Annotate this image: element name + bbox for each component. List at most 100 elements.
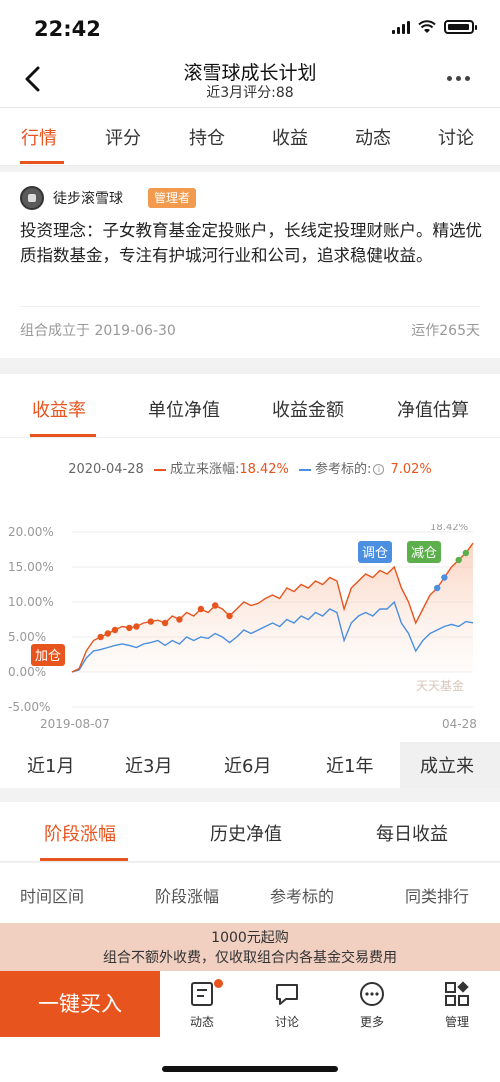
investment-philosophy: 投资理念：子女教育基金定投账户，长线定投理财账户。精选优质指数基金，专注有护城河… xyxy=(20,221,482,265)
x-end-label: 04-28 xyxy=(442,717,477,731)
bottom-action-bar: 一键买入 动态 讨论 更多 管理 xyxy=(0,971,500,1037)
updates-label: 动态 xyxy=(189,1015,214,1029)
tab-market[interactable]: 行情 xyxy=(21,124,57,150)
buy-marker xyxy=(212,602,219,609)
status-bar: 22:42 xyxy=(0,0,500,54)
period-1m[interactable]: 近1月 xyxy=(27,752,74,778)
tab-daily-returns[interactable]: 每日收益 xyxy=(376,820,448,846)
buy-marker xyxy=(161,619,169,627)
period-since-inception[interactable]: 成立来 xyxy=(420,752,474,778)
header-benchmark: 参考标的 xyxy=(270,887,335,906)
tab-holdings[interactable]: 持仓 xyxy=(189,124,225,150)
table-header: 时间区间 阶段涨幅 参考标的 同类排行 xyxy=(0,863,500,923)
adjust-position-tag: 调仓 xyxy=(362,546,388,561)
period-6m[interactable]: 近6月 xyxy=(224,752,271,778)
buy-marker xyxy=(133,623,140,630)
y-tick-label: 15.00% xyxy=(8,560,54,574)
promo-banner: 1000元起购 组合不额外收费，仅收取组合内各基金交易费用 xyxy=(0,923,500,971)
watermark: 天天基金 xyxy=(416,678,464,693)
section-tab-bar: 阶段涨幅 历史净值 每日收益 xyxy=(0,802,500,862)
header-stage-growth: 阶段涨幅 xyxy=(155,887,220,906)
status-time: 22:42 xyxy=(34,17,101,41)
manage-button[interactable]: 管理 xyxy=(427,979,487,1033)
promo-min-purchase: 1000元起购 xyxy=(211,930,289,946)
nav-header: 滚雪球成长计划 近3月评分:88 xyxy=(0,54,500,108)
buy-marker xyxy=(97,633,104,641)
notification-dot xyxy=(214,979,223,988)
manage-grid-icon xyxy=(445,981,469,1006)
y-tick-label: -5.00% xyxy=(8,700,50,714)
chart-tab-unit-nav[interactable]: 单位净值 xyxy=(148,396,220,422)
founded-date: 组合成立于 2019-06-30 xyxy=(20,323,176,339)
buy-marker xyxy=(111,626,119,634)
chart-tab-return-rate[interactable]: 收益率 xyxy=(32,396,86,422)
chart-tab-return-amount[interactable]: 收益金额 xyxy=(272,396,344,422)
updates-icon xyxy=(191,982,213,1006)
add-position-tag: 加仓 xyxy=(35,649,61,664)
more-label: 更多 xyxy=(359,1015,384,1029)
more-icon[interactable] xyxy=(447,76,470,81)
header-period: 时间区间 xyxy=(20,887,85,906)
reduce-marker xyxy=(462,549,470,557)
one-click-buy-button[interactable]: 一键买入 xyxy=(0,971,160,1037)
chart-legend: 2020-04-28 成立来涨幅:18.42% 参考标的: i 7.02% xyxy=(0,458,500,477)
return-chart[interactable]: 20.00% 15.00% 10.00% 5.00% 0.00% -5.00% 加仓 调仓 减仓… xyxy=(0,524,500,744)
battery-icon xyxy=(444,20,477,34)
buy-marker xyxy=(197,605,205,613)
chart-card: 收益率 单位净值 收益金额 净值估算 2020-04-28 成立来涨幅:18.4… xyxy=(0,374,500,742)
active-tab-indicator xyxy=(20,161,64,164)
legend-date: 2020-04-28 xyxy=(68,462,144,477)
more-button[interactable]: 更多 xyxy=(342,979,402,1033)
avatar[interactable] xyxy=(20,186,44,210)
top-tab-bar: 行情 评分 持仓 收益 动态 讨论 xyxy=(0,108,500,166)
period-selector: 近1月 近3月 近6月 近1年 成立来 xyxy=(0,742,500,788)
y-tick-label: 20.00% xyxy=(8,525,54,539)
manage-label: 管理 xyxy=(444,1015,469,1029)
discuss-button[interactable]: 讨论 xyxy=(257,979,317,1033)
tab-stage-growth[interactable]: 阶段涨幅 xyxy=(44,820,116,846)
section-tab-indicator xyxy=(40,858,128,861)
x-start-label: 2019-08-07 xyxy=(40,717,110,731)
discuss-label: 讨论 xyxy=(274,1015,299,1029)
page-title: 滚雪球成长计划 xyxy=(183,62,317,84)
page-subtitle: 近3月评分:88 xyxy=(206,85,294,101)
tab-returns[interactable]: 收益 xyxy=(272,124,308,150)
wifi-icon xyxy=(418,20,436,33)
author-name[interactable]: 徒步滚雪球 xyxy=(53,188,123,208)
tab-history-nav[interactable]: 历史净值 xyxy=(210,820,282,846)
status-icons xyxy=(392,20,477,34)
legend-portfolio-value: 18.42% xyxy=(239,462,289,477)
more-circle-icon xyxy=(360,982,384,1006)
tab-rating[interactable]: 评分 xyxy=(105,124,141,150)
buy-marker xyxy=(126,624,133,632)
portfolio-info-card: 徒步滚雪球 管理者 投资理念：子女教育基金定投账户，长线定投理财账户。精选优质指… xyxy=(0,172,500,358)
info-icon[interactable]: i xyxy=(373,464,385,475)
period-3m[interactable]: 近3月 xyxy=(125,752,172,778)
buy-marker xyxy=(104,630,112,637)
peak-label: 18.42% xyxy=(430,524,468,533)
chart-tab-nav-estimate[interactable]: 净值估算 xyxy=(397,396,469,422)
updates-button[interactable]: 动态 xyxy=(172,979,232,1033)
adjust-marker xyxy=(441,574,448,581)
buy-marker xyxy=(147,618,154,625)
header-peer-rank: 同类排行 xyxy=(405,887,470,906)
reduce-position-tag: 减仓 xyxy=(411,546,437,561)
reduce-marker xyxy=(455,556,462,564)
period-1y[interactable]: 近1年 xyxy=(326,752,373,778)
y-tick-label: 10.00% xyxy=(8,595,54,609)
y-tick-label: 0.00% xyxy=(8,665,46,679)
legend-portfolio-swatch xyxy=(153,468,166,471)
divider xyxy=(20,306,480,307)
home-indicator[interactable] xyxy=(162,1066,338,1072)
tab-discussion[interactable]: 讨论 xyxy=(438,124,474,150)
home-indicator-area xyxy=(0,1037,500,1082)
promo-fee-note: 组合不额外收费，仅收取组合内各基金交易费用 xyxy=(103,950,397,966)
y-tick-label: 5.00% xyxy=(8,630,46,644)
divider xyxy=(0,437,500,438)
legend-benchmark-value: 7.02% xyxy=(390,462,432,477)
legend-benchmark-label: 参考标的: xyxy=(315,462,372,477)
buy-marker xyxy=(176,616,183,623)
adjust-marker xyxy=(433,584,441,592)
tab-updates[interactable]: 动态 xyxy=(355,124,391,150)
legend-portfolio-label: 成立来涨幅: xyxy=(169,462,240,477)
